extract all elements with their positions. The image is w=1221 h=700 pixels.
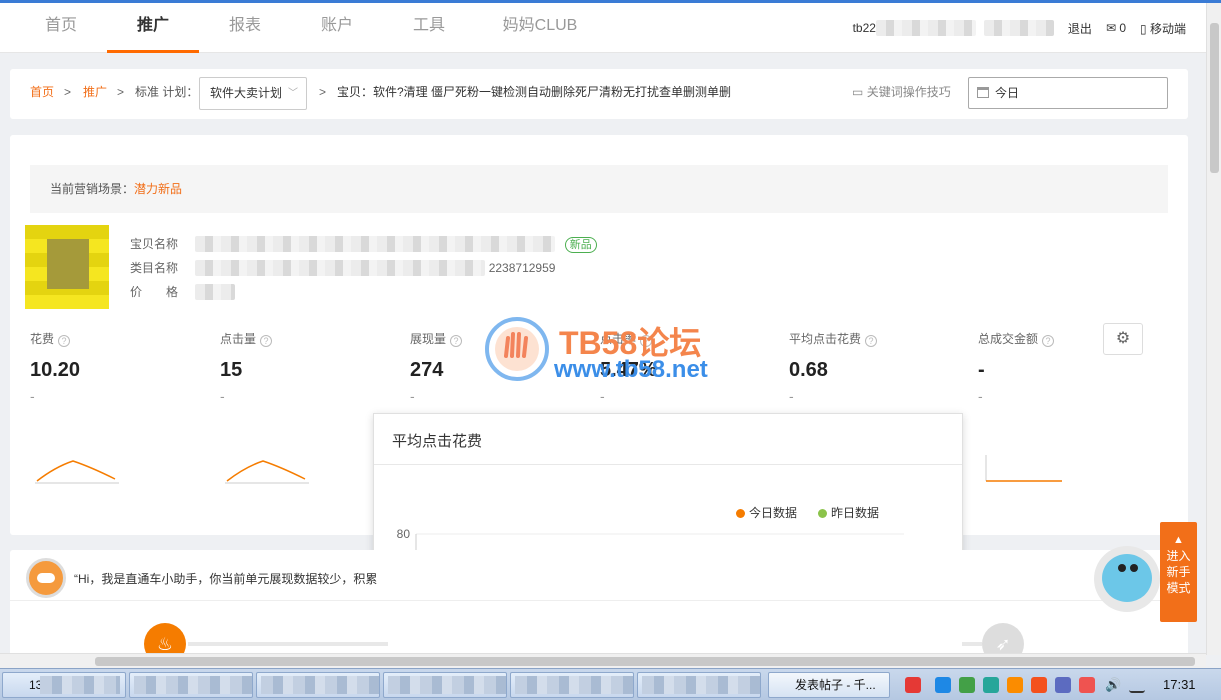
chat-icon[interactable] bbox=[1055, 677, 1071, 693]
logout-link[interactable]: 退出 bbox=[1068, 20, 1092, 37]
settings-button[interactable]: ⚙ bbox=[1103, 323, 1143, 355]
watermark: TB58论坛 www.tb58.net bbox=[484, 316, 754, 386]
nav-promotion[interactable]: 推广 bbox=[107, 3, 199, 53]
signal-icon[interactable] bbox=[1129, 677, 1145, 693]
watermark-logo bbox=[485, 317, 549, 381]
nav-mama-club[interactable]: 妈妈CLUB bbox=[492, 3, 588, 53]
y-tick-label: 80 bbox=[397, 527, 411, 541]
mascot-avatar[interactable] bbox=[1094, 546, 1160, 612]
mail-icon: ✉ bbox=[1105, 21, 1116, 35]
help-icon[interactable]: ? bbox=[450, 335, 463, 347]
security-icon[interactable] bbox=[983, 677, 999, 693]
novice-mode-button[interactable]: ▲ 进入 新手 模式 bbox=[1160, 522, 1197, 622]
sparkline-clicks bbox=[225, 460, 309, 484]
metric-clicks[interactable]: 点击量? 15 - bbox=[220, 330, 370, 404]
vertical-scrollbar[interactable] bbox=[1206, 3, 1221, 655]
assistant-card: “Hi，我是直通车小助手，你当前单元展现数据较少，积累 ♨ ➶ bbox=[10, 550, 1188, 670]
sparkline-spend bbox=[35, 460, 119, 484]
network-icon[interactable] bbox=[935, 677, 951, 693]
crumb-promotion[interactable]: 推广 bbox=[83, 69, 107, 119]
product-category-row: 类目名称 2238712959 bbox=[130, 260, 556, 276]
crumb-separator: > bbox=[319, 85, 327, 99]
product-name-row: 宝贝名称 新品 bbox=[130, 235, 597, 253]
metric-avg-cpc[interactable]: 平均点击花费? 0.68 - bbox=[789, 330, 939, 404]
assistant-message: “Hi，我是直通车小助手，你当前单元展现数据较少，积累 bbox=[74, 572, 378, 586]
crumb-home[interactable]: 首页 bbox=[30, 69, 54, 119]
new-badge: 新品 bbox=[564, 237, 597, 253]
scene-value[interactable]: 潜力新品 bbox=[134, 182, 182, 196]
graduation-cap-icon: ▲ bbox=[1173, 534, 1184, 546]
crumb-separator: > bbox=[117, 85, 125, 99]
legend-yesterday[interactable]: 昨日数据 bbox=[818, 504, 879, 521]
taskbar: 139 发表帖子 - 千... 🔊 17:31 bbox=[0, 668, 1221, 700]
date-picker[interactable]: 今日 bbox=[968, 77, 1168, 109]
app-icon[interactable] bbox=[1031, 677, 1047, 693]
av-icon[interactable] bbox=[1079, 677, 1095, 693]
mobile-link[interactable]: ▯ 移动端 bbox=[1140, 20, 1186, 37]
nav-account[interactable]: 账户 bbox=[304, 3, 370, 53]
nav-home[interactable]: 首页 bbox=[28, 3, 94, 53]
popup-title: 平均点击花费 bbox=[392, 433, 483, 450]
clock: 17:31 bbox=[1163, 677, 1196, 692]
metric-spend[interactable]: 花费? 10.20 - bbox=[30, 330, 180, 404]
keyword-tips-link[interactable]: ▭ 关键词操作技巧 bbox=[852, 69, 951, 119]
horizontal-scrollbar[interactable] bbox=[0, 653, 1206, 668]
nav-tools[interactable]: 工具 bbox=[396, 3, 462, 53]
video-icon: ▭ bbox=[852, 85, 864, 99]
assistant-avatar bbox=[26, 558, 66, 598]
plan-select[interactable]: 软件大卖计划 ﹀ bbox=[199, 77, 307, 110]
mail-link[interactable]: ✉ 0 bbox=[1106, 21, 1126, 35]
help-icon[interactable]: ? bbox=[1042, 335, 1055, 347]
calendar-icon bbox=[977, 87, 989, 98]
sogou-icon[interactable] bbox=[905, 677, 921, 693]
plan-label: 标准 计划： bbox=[135, 85, 199, 99]
help-icon[interactable]: ? bbox=[865, 335, 878, 347]
username: tb22 bbox=[853, 20, 1054, 36]
nav-reports[interactable]: 报表 bbox=[212, 3, 278, 53]
help-icon[interactable]: ? bbox=[260, 335, 273, 347]
volume-icon[interactable]: 🔊 bbox=[1105, 677, 1121, 693]
help-icon[interactable]: ? bbox=[58, 335, 71, 347]
chevron-down-icon: ﹀ bbox=[288, 88, 298, 99]
crumb-product: 宝贝：软件?清理 僵尸死粉一键检测自动删除死尸清粉无打扰查单删测单删 bbox=[337, 85, 732, 99]
qq-icon[interactable] bbox=[1007, 677, 1023, 693]
mobile-icon: ▯ bbox=[1140, 21, 1147, 36]
user-area: tb22 退出 ✉ 0 ▯ 移动端 bbox=[853, 3, 1186, 53]
product-price-row: 价 格 bbox=[130, 283, 236, 300]
marketing-scene-bar: 当前营销场景：潜力新品 bbox=[30, 165, 1168, 213]
sparkline-gmv bbox=[985, 455, 1062, 482]
gear-icon: ⚙ bbox=[1115, 330, 1131, 347]
crumb-separator: > bbox=[64, 85, 72, 99]
wechat-icon[interactable] bbox=[959, 677, 975, 693]
breadcrumb: 首页 > 推广 > 标准 计划： 软件大卖计划 ﹀ > 宝贝：软件?清理 僵尸死粉… bbox=[10, 69, 1188, 119]
taskbar-item-active[interactable]: 发表帖子 - 千... bbox=[768, 672, 890, 698]
top-navigation: 首页 推广 报表 账户 工具 妈妈CLUB tb22 退出 ✉ 0 ▯ 移动端 bbox=[0, 3, 1206, 53]
product-thumbnail[interactable] bbox=[25, 225, 109, 309]
legend-today[interactable]: 今日数据 bbox=[736, 504, 797, 521]
